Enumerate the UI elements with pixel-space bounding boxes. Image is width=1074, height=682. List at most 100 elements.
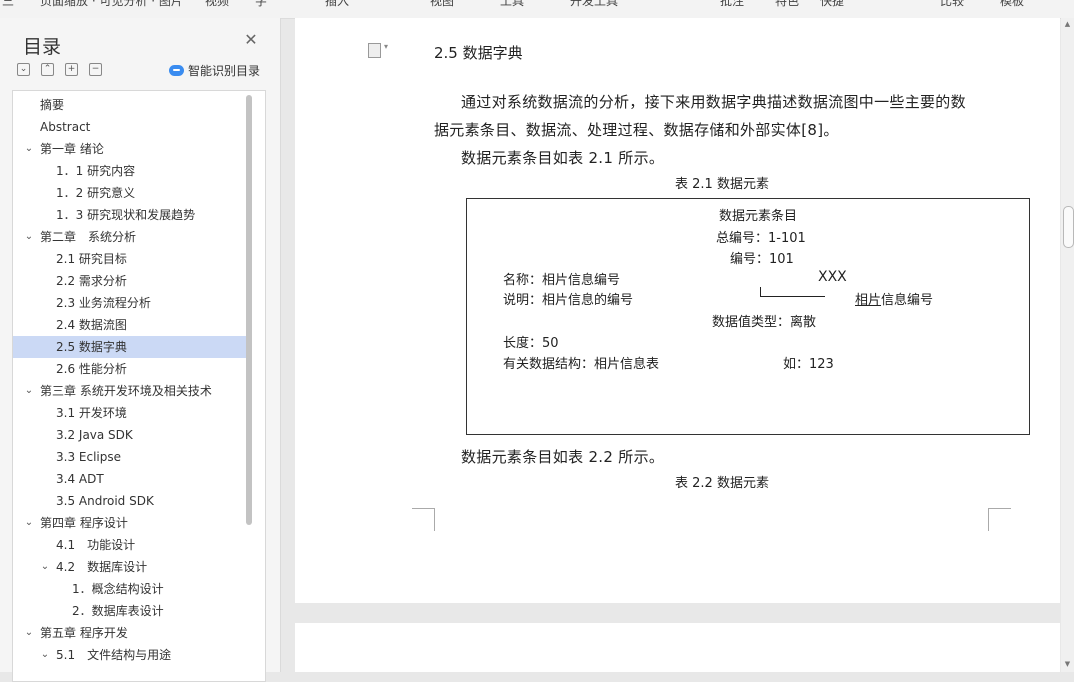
paragraph-line: 据元素条目、数据流、处理过程、数据存储和外部实体[8]。	[434, 121, 839, 139]
toc-item[interactable]: 1．2 研究意义	[13, 182, 246, 204]
toc-item-label: 摘要	[40, 98, 65, 112]
toc-item-label: 1．2 研究意义	[56, 186, 136, 200]
toolbar-fragment[interactable]: 模板	[1000, 0, 1024, 9]
toc-item-label: 第五章 程序开发	[40, 626, 128, 640]
smart-toc-label: 智能识别目录	[188, 64, 261, 78]
chevron-down-icon[interactable]: ⌄	[23, 512, 35, 534]
toc-item[interactable]: ⌄ 第三章 系统开发环境及相关技术	[13, 380, 246, 402]
sidebar-title: 目录	[23, 36, 62, 58]
top-toolbar: 三 页面缩放 · 可见分析 · 图片 视频 字 插入 视图 工具 开发工具 批注…	[0, 0, 1074, 19]
toolbar-fragment[interactable]: 视图	[430, 0, 454, 9]
expand-icon[interactable]: ⌃	[41, 63, 54, 76]
paragraph-menu-icon[interactable]	[368, 42, 388, 58]
document-scrollbar[interactable]: ▲ ▼	[1061, 18, 1074, 672]
chevron-down-icon[interactable]: ⌄	[23, 226, 35, 248]
toc-item-label: Abstract	[40, 120, 91, 134]
toc-item-label: 第三章 系统开发环境及相关技术	[40, 384, 212, 398]
toolbar-fragment[interactable]: 页面缩放 · 可见分析 · 图片	[40, 0, 183, 9]
element-name: 名称：相片信息编号	[503, 273, 621, 288]
paragraph-line: 数据元素条目如表 2.2 所示。	[461, 448, 665, 466]
toc-item[interactable]: ⌄ 第二章 系统分析	[13, 226, 246, 248]
chevron-down-icon[interactable]: ⌄	[39, 556, 51, 578]
toc-item-label: 5.1 文件结构与用途	[56, 648, 172, 662]
toc-item-label: 第四章 程序设计	[40, 516, 128, 530]
toc-item[interactable]: 摘要	[13, 94, 246, 116]
toc-item-label: 1．3 研究现状和发展趋势	[56, 208, 196, 222]
toc-item[interactable]: 2．数据库表设计	[13, 600, 246, 622]
format-pattern: XXX	[818, 269, 847, 285]
toc-item[interactable]: 3.4 ADT	[13, 468, 246, 490]
toc-item[interactable]: 2.1 研究目标	[13, 248, 246, 270]
smart-toc-button[interactable]: 智能识别目录	[169, 62, 260, 79]
page-margin-mark	[988, 508, 1011, 531]
toc-item[interactable]: 1．3 研究现状和发展趋势	[13, 204, 246, 226]
related-structure: 有关数据结构：相片信息表	[503, 357, 660, 372]
format-note-underlined: 相片	[855, 293, 882, 308]
scroll-up-icon[interactable]: ▲	[1063, 20, 1072, 28]
toc-item[interactable]: 2.6 性能分析	[13, 358, 246, 380]
example-value: 如：123	[783, 357, 834, 372]
table-caption: 表 2.2 数据元素	[675, 476, 769, 491]
document-page: 2.5 数据字典 通过对系统数据流的分析，接下来用数据字典描述数据流图中一些主要…	[295, 18, 1060, 603]
chevron-down-icon[interactable]: ⌄	[23, 380, 35, 402]
toc-item-label: 2.5 数据字典	[56, 340, 127, 354]
toc-item-label: 2.1 研究目标	[56, 252, 127, 266]
toc-list: 摘要 Abstract ⌄ 第一章 绪论 1．1 研究内容 1．2 研究意义 1．3 研究现…	[12, 90, 266, 682]
toc-item-label: 3.3 Eclipse	[56, 450, 121, 464]
toolbar-fragment[interactable]: 快捷	[820, 0, 844, 9]
table-title: 数据元素条目	[719, 209, 798, 224]
toc-item[interactable]: 4.1 功能设计	[13, 534, 246, 556]
toolbar-fragment[interactable]: 比较	[940, 0, 964, 9]
total-number: 总编号：1-101	[716, 231, 806, 246]
toc-item[interactable]: 1．1 研究内容	[13, 160, 246, 182]
add-icon[interactable]: +	[65, 63, 78, 76]
collapse-all-icon[interactable]: ⌄	[17, 63, 30, 76]
scroll-down-icon[interactable]: ▼	[1063, 660, 1072, 668]
toc-item[interactable]: 3.1 开发环境	[13, 402, 246, 424]
toc-item[interactable]: ⌄ 5.1 文件结构与用途	[13, 644, 246, 666]
item-number: 编号：101	[730, 252, 794, 267]
toc-item-label: 4.1 功能设计	[56, 538, 136, 552]
toc-item[interactable]: 3.5 Android SDK	[13, 490, 246, 512]
toc-item[interactable]: 2.3 业务流程分析	[13, 292, 246, 314]
toolbar-fragment[interactable]: 开发工具	[570, 0, 618, 9]
toolbar-fragment[interactable]: 视频	[205, 0, 229, 9]
toc-item[interactable]: ⌄ 4.2 数据库设计	[13, 556, 246, 578]
toolbar-fragment[interactable]: 工具	[500, 0, 524, 9]
page-margin-mark	[412, 508, 435, 531]
toolbar-fragment[interactable]: 字	[255, 0, 267, 9]
toc-item[interactable]: 2.2 需求分析	[13, 270, 246, 292]
next-page	[295, 623, 1060, 672]
toc-item[interactable]: 3.2 Java SDK	[13, 424, 246, 446]
format-bracket	[760, 287, 825, 297]
toc-item[interactable]: 3.3 Eclipse	[13, 446, 246, 468]
scrollbar-thumb[interactable]	[1063, 206, 1074, 248]
paragraph-line: 通过对系统数据流的分析，接下来用数据字典描述数据流图中一些主要的数	[461, 93, 966, 111]
toc-scrollbar[interactable]	[246, 95, 252, 525]
toolbar-fragment[interactable]: 批注	[720, 0, 744, 9]
close-icon[interactable]: ✕	[243, 32, 259, 48]
toolbar-fragment[interactable]: 插入	[325, 0, 349, 9]
paragraph-line: 数据元素条目如表 2.1 所示。	[461, 149, 665, 167]
toc-item[interactable]: 2.4 数据流图	[13, 314, 246, 336]
toc-item[interactable]: Abstract	[13, 116, 246, 138]
toc-item-label: 3.5 Android SDK	[56, 494, 154, 508]
toolbar-fragment[interactable]: 三	[2, 0, 14, 9]
ai-icon	[169, 65, 184, 76]
chevron-down-icon[interactable]: ⌄	[39, 644, 51, 666]
toolbar-fragment[interactable]: 特色	[775, 0, 799, 9]
toc-item[interactable]: 2.5 数据字典	[13, 336, 246, 358]
chevron-down-icon[interactable]: ⌄	[23, 138, 35, 160]
chevron-down-icon[interactable]: ⌄	[23, 622, 35, 644]
toc-item[interactable]: ⌄ 第五章 程序开发	[13, 622, 246, 644]
toc-item-label: 1．概念结构设计	[72, 582, 164, 596]
toc-item-label: 2.2 需求分析	[56, 274, 127, 288]
data-element-table: 数据元素条目 总编号：1-101 编号：101 名称：相片信息编号 XXX 说明…	[466, 198, 1030, 435]
toc-item[interactable]: ⌄ 第四章 程序设计	[13, 512, 246, 534]
section-heading: 2.5 数据字典	[434, 44, 523, 62]
toc-item[interactable]: 1．概念结构设计	[13, 578, 246, 600]
toc-item-label: 3.2 Java SDK	[56, 428, 133, 442]
toc-item[interactable]: ⌄ 第一章 绪论	[13, 138, 246, 160]
remove-icon[interactable]: −	[89, 63, 102, 76]
table-caption: 表 2.1 数据元素	[675, 177, 769, 192]
